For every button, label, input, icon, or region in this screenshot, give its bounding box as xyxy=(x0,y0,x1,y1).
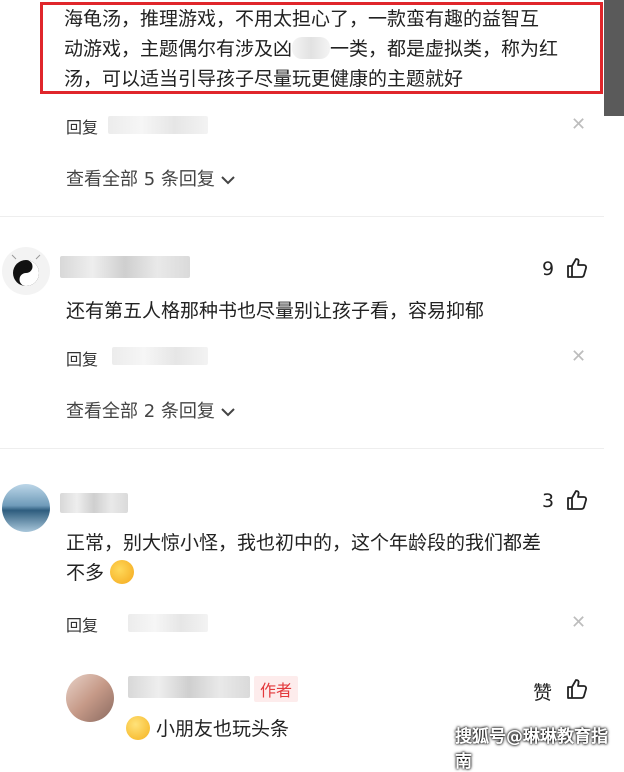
scrollbar[interactable] xyxy=(604,0,624,116)
blurred-word xyxy=(292,37,331,59)
chevron-down-icon xyxy=(220,169,235,190)
avatar[interactable] xyxy=(2,484,50,532)
blurred-username xyxy=(60,256,190,278)
blurred-username xyxy=(60,493,128,513)
watermark: 搜狐号@琳琳教育指南 xyxy=(455,727,608,772)
blurred-timestamp xyxy=(108,116,208,134)
comment-line-2: 动游戏，主题偶尔有涉及凶 一类，都是虚拟类，称为红 xyxy=(64,37,559,60)
thumb-up-icon[interactable] xyxy=(565,256,589,280)
comment-line-1: 海龟汤，推理游戏，不用太担心了，一款蛮有趣的益智互 xyxy=(64,8,540,30)
emoji xyxy=(110,560,135,584)
close-icon[interactable]: ✕ xyxy=(571,114,586,135)
comment-text-top: 海龟汤，推理游戏，不用太担心了，一款蛮有趣的益智互 动游戏，主题偶尔有涉及凶 一类… xyxy=(64,4,604,94)
comment-line-3: 汤，可以适当引导孩子尽量玩更健康的主题就好 xyxy=(64,68,464,90)
comment-line-1: 正常，别大惊小怪，我也初中的，这个年龄段的我们都差 xyxy=(66,532,542,554)
close-icon[interactable]: ✕ xyxy=(571,346,586,367)
thumb-up-icon[interactable] xyxy=(565,488,589,512)
divider xyxy=(0,448,604,449)
emoji xyxy=(126,716,150,740)
like-count: 9 xyxy=(542,258,555,280)
chevron-down-icon xyxy=(220,401,235,422)
blurred-username xyxy=(128,676,250,698)
view-all-replies-button[interactable]: 查看全部 2 条回复 xyxy=(66,397,235,423)
blurred-timestamp xyxy=(128,614,208,632)
close-icon[interactable]: ✕ xyxy=(571,612,586,633)
avatar[interactable] xyxy=(2,247,50,295)
reply-button[interactable]: 回复 xyxy=(66,612,98,636)
avatar-yin-yang-icon xyxy=(11,254,41,286)
author-badge: 作者 xyxy=(254,676,299,702)
comment-text: 正常，别大惊小怪，我也初中的，这个年龄段的我们都差 不多 xyxy=(66,528,606,588)
reply-button[interactable]: 回复 xyxy=(66,346,98,370)
reply-text: 小朋友也玩头条 xyxy=(126,714,289,744)
comment-line-2: 不多 xyxy=(66,558,606,588)
view-all-replies-button[interactable]: 查看全部 5 条回复 xyxy=(66,165,235,191)
blurred-timestamp xyxy=(112,347,208,365)
divider xyxy=(0,216,604,217)
like-label: 赞 xyxy=(533,682,553,704)
avatar[interactable] xyxy=(66,674,114,722)
like-count: 3 xyxy=(542,490,555,512)
thumb-up-icon[interactable] xyxy=(565,677,589,701)
reply-button[interactable]: 回复 xyxy=(66,114,98,138)
comment-text: 还有第五人格那种书也尽量别让孩子看，容易抑郁 xyxy=(66,300,485,322)
